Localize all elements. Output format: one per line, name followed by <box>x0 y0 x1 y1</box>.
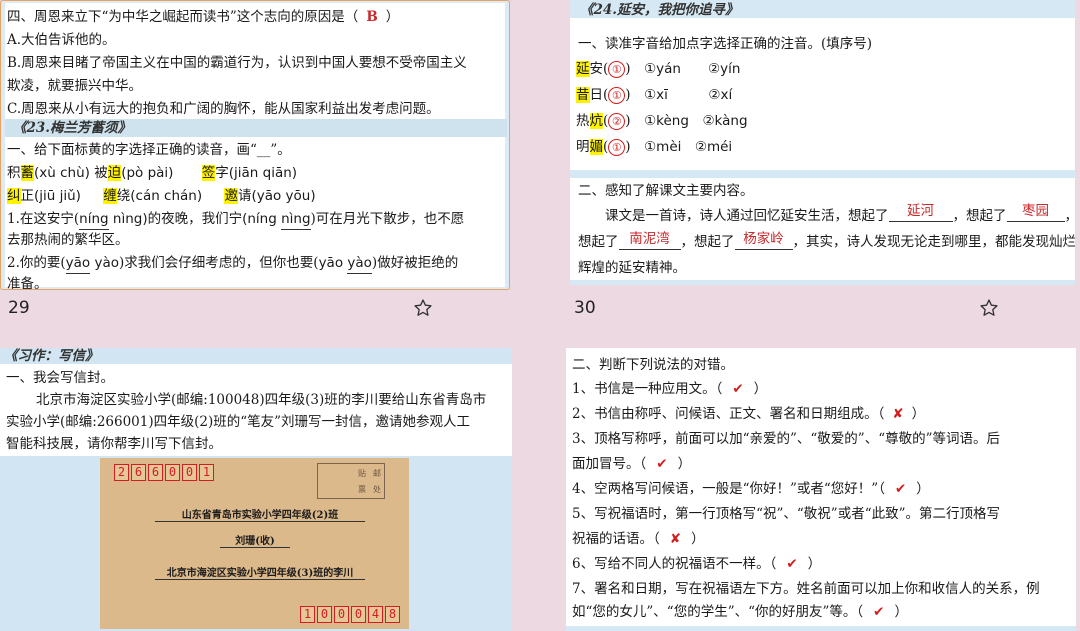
option-b: B.周恩来目睹了帝国主义在中国的霸道行为，认识到中国人要想不受帝国主义 <box>7 55 467 71</box>
zip-digit: 2 <box>114 464 129 481</box>
envelope: 2 6 6 0 0 1 贴 邮 票 处 山东省青岛市实验小学四年级(2)班 刘珊… <box>100 458 409 629</box>
task-line-1: 北京市海淀区实验小学(邮编:100048)四年级(3)班的李川要给山东省青岛市 <box>36 392 487 408</box>
phonetic-row-3: 热炕(②) ①kèng ②kàng <box>576 113 748 130</box>
zip-digit: 1 <box>199 464 214 481</box>
lesson-title: 《习作：写信》 <box>4 348 99 364</box>
judge-item: 如“您的女儿”、“您的学生”、“你的好朋友”等。（ ✔） <box>572 604 908 620</box>
task-line-2: 实验小学(邮编:266001)四年级(2)班的“笔友”刘珊写一封信，邀请她参观人… <box>6 414 471 430</box>
lesson-title: 《23.梅兰芳蓄须》 <box>13 120 131 136</box>
zip-digit: 0 <box>334 606 349 623</box>
judge-item: 1、书信是一种应用文。（ ✔） <box>572 381 768 397</box>
star-outline-icon[interactable] <box>979 298 999 318</box>
phonetic-row-2: 昔日(①) ①xī ②xí <box>576 87 733 104</box>
q4-line: 四、周恩来立下“为中华之崛起而读书”这个志向的原因是（ B） <box>7 9 400 25</box>
zip-digit: 0 <box>165 464 180 481</box>
judge-item: 6、写给不同人的祝福语不一样。（ ✔） <box>572 556 822 572</box>
page-number: 30 <box>574 298 596 318</box>
slide-thumbnail-32[interactable]: 二、判断下列说法的对错。 1、书信是一种应用文。（ ✔） 2、书信由称呼、问候语、… <box>566 348 1076 631</box>
zip-digit: 0 <box>351 606 366 623</box>
judge-item: 4、空两格写问候语，一般是“你好！”或者“您好！”（ ✔） <box>572 481 930 497</box>
recipient-address: 山东省青岛市实验小学四年级(2)班 <box>155 506 365 522</box>
phonetic-row-1: 延安(①) ①yán ②yín <box>576 61 741 78</box>
task-line-3: 智能科技展，请你帮李川写下信封。 <box>6 436 222 452</box>
option-b-cont: 欺凌，就要振兴中华。 <box>7 78 142 94</box>
option-a: A.大伯告诉他的。 <box>7 32 116 48</box>
section-2-heading: 二、感知了解课文主要内容。 <box>578 183 754 199</box>
sender-address: 北京市海淀区实验小学四年级(3)班的李川 <box>155 564 365 580</box>
section-2-heading: 二、判断下列说法的对错。 <box>572 357 734 373</box>
zip-digit: 6 <box>131 464 146 481</box>
phonetic-row-4: 明媚(①) ①mèi ②méi <box>576 139 733 156</box>
star-outline-icon[interactable] <box>413 298 433 318</box>
pinyin-row-2: 纠正(jiū jiǔ) 缠绕(cán chán) 邀请(yāo yōu) <box>7 188 316 204</box>
zip-digit: 1 <box>300 606 315 623</box>
sender-zip: 1 0 0 0 4 8 <box>300 606 400 623</box>
thumb-footer-29: 29 <box>8 298 433 318</box>
zip-digit: 6 <box>148 464 163 481</box>
sentence-2-cont: 准备。 <box>7 276 48 290</box>
sentence-1: 1.在这安宁(níng nìng)的夜晚，我们宁(níng nìng)可在月光下… <box>7 209 464 230</box>
judge-item: 3、顶格写称呼，前面可以加“亲爱的”、“敬爱的”、“尊敬的”等词语。后 <box>572 431 1000 447</box>
zip-digit: 0 <box>182 464 197 481</box>
lesson-title: 《24.延安，我把你追寻》 <box>580 2 739 18</box>
judge-item: 5、写祝福语时，第一行顶格写“祝”、“敬祝”或者“此致”。第二行顶格写 <box>572 506 1000 522</box>
slide-canvas: 四、周恩来立下“为中华之崛起而读书”这个志向的原因是（ B） A.大伯告诉他的。 … <box>5 3 507 290</box>
zip-digit: 0 <box>317 606 332 623</box>
section-1-heading: 一、给下面标黄的字选择正确的读音，画“__”。 <box>7 142 291 158</box>
judge-item: 面加冒号。（ ✔） <box>572 456 692 472</box>
content-line-3: 辉煌的延安精神。 <box>578 260 686 276</box>
slide-thumbnail-31[interactable]: 《习作：写信》 一、我会写信封。 北京市海淀区实验小学(邮编:100048)四年… <box>0 348 512 631</box>
pinyin-row-1: 积蓄(xù chù) 被迫(pò pài) 签字(jiān qiān) <box>7 165 298 181</box>
option-c: C.周恩来从小有远大的抱负和广阔的胸怀，能从国家利益出发考虑问题。 <box>7 101 440 117</box>
recipient-zip: 2 6 6 0 0 1 <box>114 464 214 481</box>
judge-item: 2、书信由称呼、问候语、正文、署名和日期组成。（ ✘） <box>572 406 926 422</box>
recipient-name: 刘珊(收) <box>220 532 290 548</box>
slide-thumbnail-30[interactable]: 《24.延安，我把你追寻》 一、读准字音给加点字选择正确的注音。(填序号) 延安… <box>570 0 1075 285</box>
page-number: 29 <box>8 298 30 318</box>
zip-digit: 8 <box>385 606 400 623</box>
section-1-heading: 一、我会写信封。 <box>6 370 114 386</box>
sentence-2: 2.你的要(yāo yào)求我们会仔细考虑的，但你也要(yāo yào)做好被… <box>7 253 458 274</box>
stamp-box: 贴 邮 票 处 <box>317 463 385 499</box>
slide-thumbnail-29[interactable]: 四、周恩来立下“为中华之崛起而读书”这个志向的原因是（ B） A.大伯告诉他的。 … <box>0 0 510 290</box>
content-line-2: 想起了 南泥湾 ，想起了 杨家岭 ，其实，诗人发现无论走到哪里，都能发现灿烂 <box>578 231 1075 250</box>
judge-item: 7、署名和日期，写在祝福语左下方。姓名前面可以加上你和收信人的关系，例 <box>572 581 1040 597</box>
section-1-heading: 一、读准字音给加点字选择正确的注音。(填序号) <box>578 36 873 52</box>
sentence-1-cont: 去那热闹的繁华区。 <box>7 232 129 248</box>
content-line-1: 课文是一首诗，诗人通过回忆延安生活，想起了延河，想起了枣园， <box>578 203 1075 227</box>
thumb-footer-30: 30 <box>574 298 999 318</box>
zip-digit: 4 <box>368 606 383 623</box>
judge-item: 祝福的话语。（ ✘） <box>572 531 705 547</box>
